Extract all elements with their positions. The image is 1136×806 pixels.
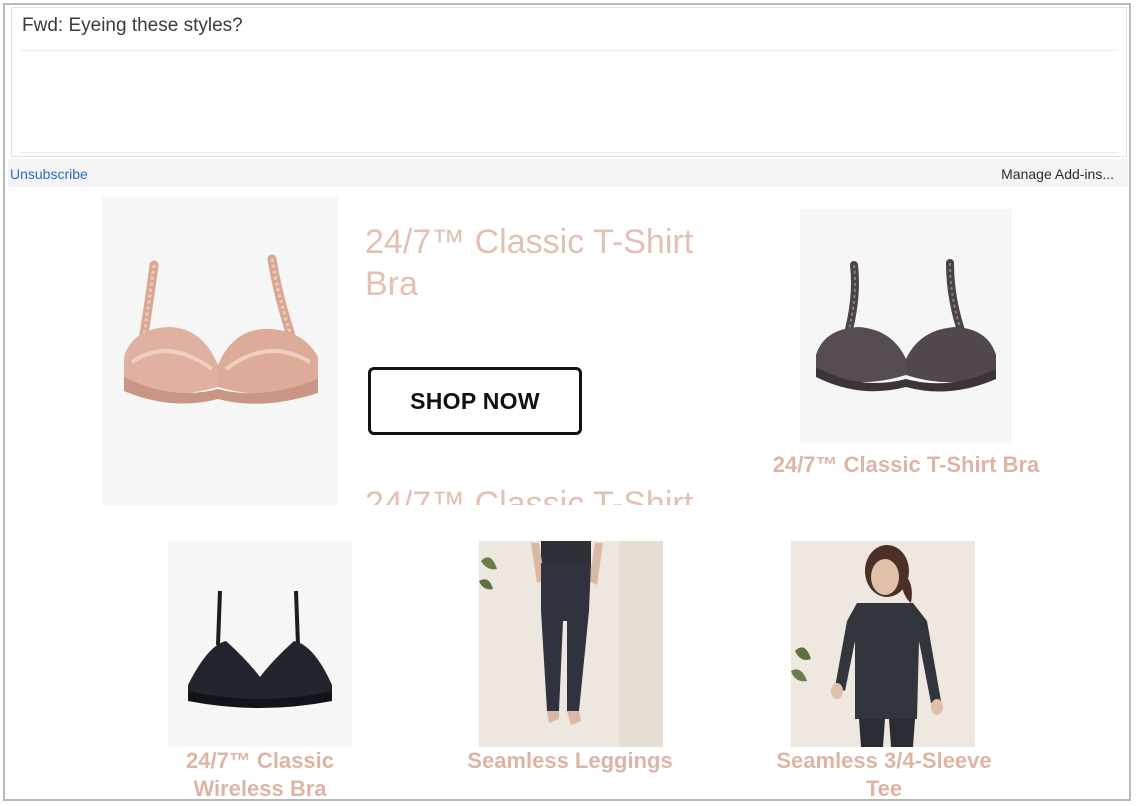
product-image-tee[interactable]: [791, 541, 975, 747]
product-name[interactable]: 24/7™ Classic T-Shirt Bra: [768, 451, 1044, 479]
product-name[interactable]: 24/7™ Classic Wireless Bra: [138, 747, 382, 799]
product-image-wireless-bra[interactable]: [168, 541, 352, 747]
product-image-leggings[interactable]: [479, 541, 663, 747]
hero-product-image[interactable]: [102, 197, 338, 505]
unsubscribe-link[interactable]: Unsubscribe: [10, 166, 88, 182]
hero-title[interactable]: 24/7™ Classic T-Shirt Bra: [365, 221, 745, 305]
email-header: Fwd: Eyeing these styles?: [11, 7, 1127, 157]
email-subject: Fwd: Eyeing these styles?: [22, 15, 243, 36]
hero-title-repeat[interactable]: 24/7™ Classic T-Shirt: [365, 483, 745, 505]
shop-now-button[interactable]: SHOP NOW: [368, 367, 582, 435]
hero-title-clipped: 24/7™ Classic T-Shirt: [365, 483, 745, 505]
product-image-charcoal-bra[interactable]: [800, 209, 1012, 443]
email-body: 24/7™ Classic T-Shirt Bra SHOP NOW 24/7™…: [8, 187, 1128, 799]
addins-bar: Unsubscribe Manage Add-ins...: [8, 159, 1128, 187]
header-divider: [20, 152, 1118, 153]
product-name[interactable]: Seamless Leggings: [448, 747, 692, 775]
email-window: Fwd: Eyeing these styles? Unsubscribe Ma…: [3, 3, 1131, 801]
manage-addins-link[interactable]: Manage Add-ins...: [1001, 166, 1114, 182]
product-name[interactable]: Seamless 3/4-Sleeve Tee: [762, 747, 1006, 799]
header-divider: [20, 50, 1118, 51]
